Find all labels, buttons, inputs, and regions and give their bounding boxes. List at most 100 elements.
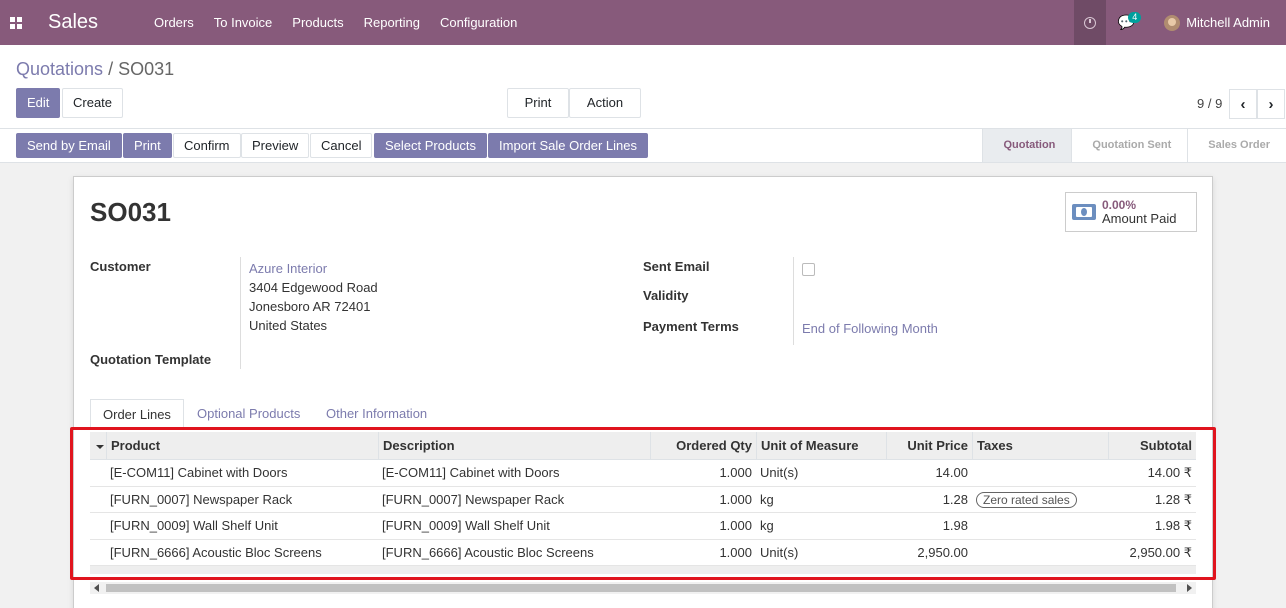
cell-qty: 1.000 bbox=[719, 544, 752, 560]
action-dropdown-label: Action bbox=[586, 95, 624, 110]
menu-reporting[interactable]: Reporting bbox=[354, 0, 430, 45]
sent-email-label: Sent Email bbox=[643, 259, 710, 274]
col-subtotal[interactable]: Subtotal bbox=[1108, 432, 1196, 460]
table-row[interactable]: [E-COM11] Cabinet with Doors [E-COM11] C… bbox=[90, 460, 1196, 487]
amount-paid-button[interactable]: 0.00% Amount Paid bbox=[1065, 192, 1197, 232]
control-panel: Quotations / SO031 Edit Create Print Act… bbox=[0, 45, 1286, 134]
field-separator bbox=[793, 257, 794, 345]
import-sale-order-lines-button[interactable]: Import Sale Order Lines bbox=[488, 133, 649, 158]
customer-address-line-3: United States bbox=[249, 318, 328, 333]
pager-next-button[interactable]: › bbox=[1257, 89, 1285, 119]
chevron-right-icon: › bbox=[1268, 95, 1274, 113]
menu-orders[interactable]: Orders bbox=[144, 0, 204, 45]
cell-unit-price: 14.00 bbox=[935, 465, 968, 480]
form-tabs: Order Lines Optional Products Other Info… bbox=[90, 399, 1196, 429]
cell-unit-price: 1.28 bbox=[942, 491, 968, 507]
tab-optional-products[interactable]: Optional Products bbox=[185, 399, 312, 429]
customer-label: Customer bbox=[90, 259, 151, 274]
user-menu[interactable]: Mitchell Admin bbox=[1146, 14, 1286, 31]
col-taxes[interactable]: Taxes bbox=[972, 432, 1108, 460]
scroll-thumb[interactable] bbox=[106, 584, 1176, 592]
col-unit-of-measure[interactable]: Unit of Measure bbox=[756, 432, 886, 460]
stage-quotation-sent[interactable]: Quotation Sent bbox=[1071, 129, 1187, 162]
cell-qty: 1.000 bbox=[719, 465, 752, 480]
form-sheet: SO031 0.00% Amount Paid Customer Azure I… bbox=[73, 176, 1213, 608]
pager-value[interactable]: 9 / 9 bbox=[1197, 96, 1222, 111]
edit-button[interactable]: Edit bbox=[16, 88, 61, 118]
scroll-left-arrow-icon[interactable] bbox=[94, 584, 99, 592]
confirm-button[interactable]: Confirm bbox=[173, 133, 241, 158]
user-name: Mitchell Admin bbox=[1186, 15, 1270, 30]
col-unit-price[interactable]: Unit Price bbox=[886, 432, 972, 460]
cell-product: [FURN_6666] Acoustic Bloc Screens bbox=[110, 544, 322, 560]
menu-configuration[interactable]: Configuration bbox=[430, 0, 527, 45]
order-title: SO031 bbox=[90, 197, 171, 227]
main-menu: Orders To Invoice Products Reporting Con… bbox=[144, 0, 527, 45]
cell-qty: 1.000 bbox=[719, 518, 752, 533]
money-icon bbox=[1072, 204, 1096, 220]
cell-uom: kg bbox=[760, 491, 774, 507]
create-button[interactable]: Create bbox=[62, 88, 124, 118]
preview-button[interactable]: Preview bbox=[241, 133, 310, 158]
customer-name-link[interactable]: Azure Interior bbox=[249, 261, 327, 276]
cell-product: [FURN_0009] Wall Shelf Unit bbox=[110, 518, 278, 533]
tax-tag-badge: Zero rated sales bbox=[976, 491, 1077, 508]
clock-icon bbox=[1084, 16, 1097, 29]
cell-product: [E-COM11] Cabinet with Doors bbox=[110, 465, 288, 480]
print-button[interactable]: Print bbox=[123, 133, 172, 158]
chevron-left-icon: ‹ bbox=[1240, 95, 1246, 113]
horizontal-scrollbar[interactable] bbox=[90, 582, 1196, 594]
select-products-button[interactable]: Select Products bbox=[374, 133, 488, 158]
cell-qty: 1.000 bbox=[719, 491, 752, 507]
customer-address-line-1: 3404 Edgewood Road bbox=[249, 280, 378, 295]
avatar bbox=[1164, 14, 1181, 31]
activities-button[interactable] bbox=[1074, 0, 1107, 45]
send-by-email-button[interactable]: Send by Email bbox=[16, 133, 122, 158]
stage-sales-order[interactable]: Sales Order bbox=[1187, 129, 1286, 162]
amount-paid-label: Amount Paid bbox=[1102, 211, 1177, 226]
scroll-right-arrow-icon[interactable] bbox=[1187, 584, 1192, 592]
messaging-button[interactable]: 💬 4 bbox=[1106, 0, 1146, 45]
breadcrumb-separator: / bbox=[108, 59, 114, 79]
field-separator bbox=[240, 257, 241, 369]
cell-subtotal: 1.98 ₹ bbox=[1154, 518, 1192, 533]
menu-products[interactable]: Products bbox=[282, 0, 353, 45]
stage-pipeline: Quotation Quotation Sent Sales Order bbox=[982, 129, 1286, 162]
stage-quotation[interactable]: Quotation bbox=[982, 129, 1072, 162]
top-navbar: Sales Orders To Invoice Products Reporti… bbox=[0, 0, 1286, 45]
table-row[interactable]: [FURN_6666] Acoustic Bloc Screens [FURN_… bbox=[90, 540, 1196, 566]
sent-email-checkbox[interactable] bbox=[802, 263, 815, 276]
app-name[interactable]: Sales bbox=[48, 11, 144, 34]
tab-order-lines[interactable]: Order Lines bbox=[90, 399, 184, 429]
cell-description: [E-COM11] Cabinet with Doors bbox=[382, 465, 560, 480]
table-header: Product Description Ordered Qty Unit of … bbox=[90, 432, 1196, 460]
apps-menu-icon[interactable] bbox=[0, 0, 32, 45]
cell-unit-price: 1.98 bbox=[942, 518, 968, 533]
tab-other-information[interactable]: Other Information bbox=[314, 399, 439, 429]
table-row[interactable]: [FURN_0009] Wall Shelf Unit [FURN_0009] … bbox=[90, 513, 1196, 540]
cell-unit-price: 2,950.00 bbox=[917, 544, 968, 560]
cancel-button[interactable]: Cancel bbox=[310, 133, 373, 158]
cell-description: [FURN_0009] Wall Shelf Unit bbox=[382, 518, 550, 533]
breadcrumb-quotations[interactable]: Quotations bbox=[16, 59, 103, 79]
action-dropdown[interactable]: Action bbox=[569, 88, 641, 134]
menu-to-invoice[interactable]: To Invoice bbox=[204, 0, 283, 45]
chat-count-badge: 4 bbox=[1128, 12, 1142, 23]
cell-description: [FURN_6666] Acoustic Bloc Screens bbox=[382, 544, 594, 560]
table-row[interactable]: [FURN_0007] Newspaper Rack [FURN_0007] N… bbox=[90, 487, 1196, 513]
col-description[interactable]: Description bbox=[378, 432, 650, 460]
breadcrumb-current: SO031 bbox=[118, 59, 175, 79]
customer-address-line-2: Jonesboro AR 72401 bbox=[249, 299, 371, 314]
col-product[interactable]: Product bbox=[106, 432, 378, 460]
table-footer bbox=[90, 566, 1196, 574]
cell-description: [FURN_0007] Newspaper Rack bbox=[382, 491, 565, 507]
order-lines-table: Product Description Ordered Qty Unit of … bbox=[90, 432, 1196, 574]
pager-previous-button[interactable]: ‹ bbox=[1229, 89, 1257, 119]
col-ordered-qty[interactable]: Ordered Qty bbox=[650, 432, 756, 460]
cell-uom: kg bbox=[760, 518, 774, 533]
print-dropdown-label: Print bbox=[524, 95, 552, 110]
cell-subtotal: 1.28 ₹ bbox=[1154, 491, 1192, 507]
cell-product: [FURN_0007] Newspaper Rack bbox=[110, 491, 293, 507]
payment-terms-value[interactable]: End of Following Month bbox=[802, 321, 938, 336]
print-dropdown[interactable]: Print bbox=[507, 88, 569, 134]
